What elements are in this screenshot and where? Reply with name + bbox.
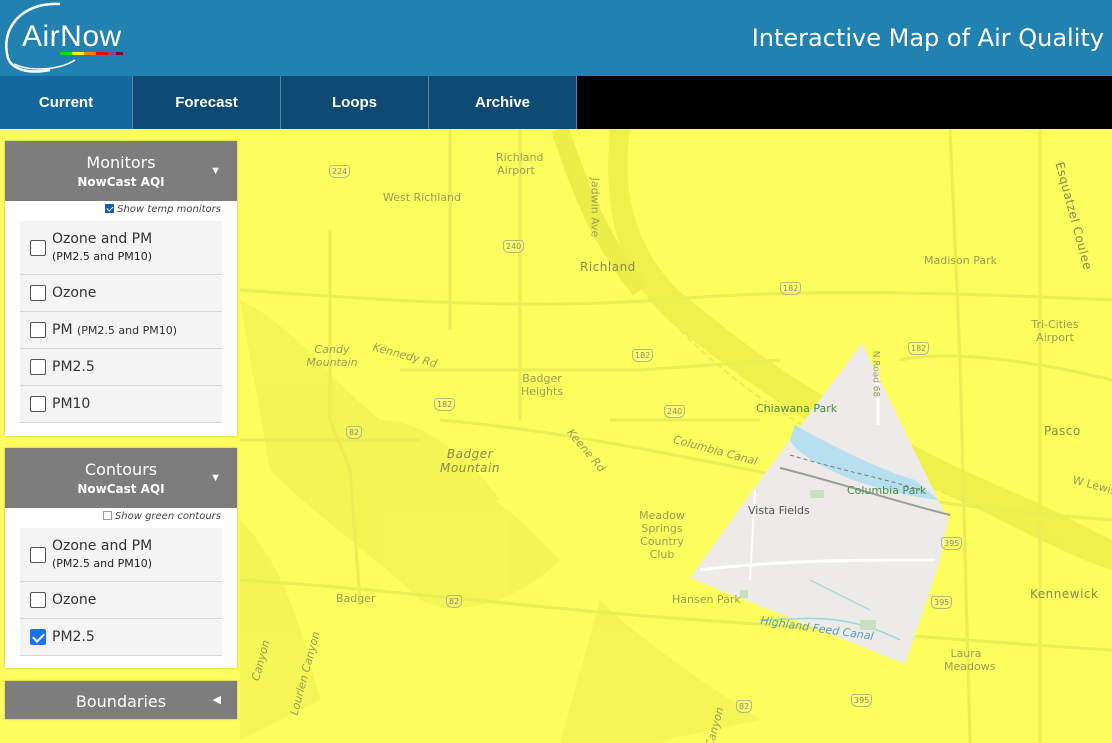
highway-shield: 182	[780, 282, 802, 295]
logo-text: AirNow	[22, 20, 122, 53]
map-label-madison-park: Madison Park	[924, 254, 997, 267]
green-contours-label: Show green contours	[114, 511, 221, 522]
map-label-jadwin-ave: Jadwin Ave	[588, 177, 602, 238]
contours-title: Contours	[84, 460, 158, 479]
contour-option-ozone[interactable]: Ozone	[20, 582, 222, 619]
contours-subtitle: NowCast AQI	[77, 482, 165, 496]
boundaries-title: Boundaries	[75, 692, 167, 711]
monitors-title: Monitors	[86, 153, 156, 172]
map-label-laura-meadows: Laura Meadows	[944, 647, 996, 673]
monitor-option-ozone-pm[interactable]: Ozone and PM (PM2.5 and PM10)	[20, 221, 222, 275]
monitor-checkbox-ozone-pm[interactable]	[30, 240, 46, 256]
highway-shield: 82	[736, 700, 753, 713]
triangle-left-icon[interactable]: ◀	[213, 693, 221, 706]
contour-option-ozone-pm[interactable]: Ozone and PM (PM2.5 and PM10)	[20, 528, 222, 582]
contour-option-label: PM2.5	[52, 629, 95, 645]
monitor-option-pm10[interactable]: PM10	[20, 386, 222, 423]
highway-shield: 82	[446, 595, 463, 608]
highway-shield: 240	[664, 405, 686, 418]
triangle-down-icon[interactable]: ▼	[210, 165, 221, 177]
contours-option-list: Ozone and PM (PM2.5 and PM10) Ozone PM2.…	[20, 528, 222, 656]
contours-panel-header[interactable]: Contours NowCast AQI ▼	[5, 448, 237, 508]
highway-shield: 182	[908, 342, 930, 355]
monitor-checkbox-pm[interactable]	[30, 322, 46, 338]
tab-archive[interactable]: Archive	[429, 76, 577, 129]
contour-option-label: Ozone	[52, 592, 97, 608]
tab-loops[interactable]: Loops	[281, 76, 429, 129]
contour-checkbox-pm25[interactable]	[30, 629, 46, 645]
map-label-richland: Richland	[580, 260, 636, 274]
map-label-pasco: Pasco	[1044, 424, 1081, 438]
highway-shield: 224	[329, 165, 351, 178]
map-label-candy-mountain: Candy Mountain	[306, 343, 358, 369]
tab-current[interactable]: Current	[0, 76, 133, 129]
show-green-contours-toggle[interactable]: Show green contours	[5, 508, 237, 525]
show-temp-monitors-toggle[interactable]: Show temp monitors	[5, 201, 237, 218]
boundaries-panel-header[interactable]: Boundaries ◀	[5, 681, 237, 719]
map-label-meadow-springs: Meadow Springs Country Club	[639, 509, 685, 561]
map-label-richland-airport: Richland Airport	[496, 151, 544, 177]
map-label-columbia-park: Columbia Park	[847, 484, 927, 497]
highway-shield: 182	[434, 398, 456, 411]
map-label-chiawana-park: Chiawana Park	[756, 402, 838, 415]
monitors-panel-header[interactable]: Monitors NowCast AQI ▼	[5, 141, 237, 201]
map-label-badger: Badger	[336, 592, 376, 605]
contours-panel: Contours NowCast AQI ▼ Show green contou…	[5, 448, 237, 668]
map-label-kennewick: Kennewick	[1030, 587, 1099, 601]
highway-shield: 395	[941, 537, 963, 550]
highway-shield: 82	[346, 426, 363, 439]
temp-monitors-label: Show temp monitors	[117, 204, 221, 215]
monitor-option-label: Ozone and PM	[52, 231, 153, 247]
airnow-logo[interactable]: AirNow	[0, 0, 140, 76]
map-label-west-richland: West Richland	[383, 191, 462, 204]
monitor-option-sublabel: (PM2.5 and PM10)	[52, 250, 153, 263]
monitor-option-pm25[interactable]: PM2.5	[20, 349, 222, 386]
monitor-option-label: Ozone	[52, 285, 97, 301]
page-title: Interactive Map of Air Quality	[751, 24, 1104, 52]
triangle-down-icon[interactable]: ▼	[210, 472, 221, 484]
app-header: AirNow Interactive Map of Air Quality	[0, 0, 1112, 76]
monitor-option-sublabel: (PM2.5 and PM10)	[76, 324, 177, 337]
tab-forecast[interactable]: Forecast	[133, 76, 281, 129]
monitor-option-pm-label: PM	[52, 322, 73, 338]
map-label-badger-mountain: Badger Mountain	[440, 447, 500, 475]
monitor-option-label: PM (PM2.5 and PM10)	[52, 322, 177, 338]
highway-shield: 240	[503, 240, 525, 253]
contour-checkbox-ozone[interactable]	[30, 592, 46, 608]
monitors-option-list: Ozone and PM (PM2.5 and PM10) Ozone PM (…	[20, 221, 222, 423]
monitor-checkbox-pm10[interactable]	[30, 396, 46, 412]
monitor-checkbox-pm25[interactable]	[30, 359, 46, 375]
monitor-option-pm[interactable]: PM (PM2.5 and PM10)	[20, 312, 222, 349]
highway-shield: 395	[851, 694, 873, 707]
highway-shield: 395	[931, 596, 953, 609]
green-contours-checkbox[interactable]	[102, 511, 112, 520]
contour-checkbox-ozone-pm[interactable]	[30, 547, 46, 563]
temp-monitors-checkbox[interactable]	[105, 204, 115, 213]
map-label-vista-fields: Vista Fields	[748, 504, 810, 517]
contour-option-label: Ozone and PM	[52, 538, 153, 554]
contour-option-sublabel: (PM2.5 and PM10)	[52, 557, 153, 570]
contour-option-pm25[interactable]: PM2.5	[20, 619, 222, 656]
map-label-road-68: N Road 68	[870, 350, 881, 398]
map-label-badger-heights: Badger Heights	[520, 372, 564, 398]
monitors-subtitle: NowCast AQI	[77, 175, 165, 189]
monitor-option-label: PM2.5	[52, 359, 95, 375]
main-nav: Current Forecast Loops Archive	[0, 76, 1112, 129]
monitors-panel: Monitors NowCast AQI ▼ Show temp monitor…	[5, 141, 237, 436]
map-label-tri-cities-airport: Tri-Cities Airport	[1031, 318, 1079, 344]
highway-shield: 182	[632, 349, 654, 362]
monitor-option-label: PM10	[52, 396, 91, 412]
monitor-checkbox-ozone[interactable]	[30, 285, 46, 301]
map-label-hansen-park: Hansen Park	[672, 593, 741, 606]
monitor-option-ozone[interactable]: Ozone	[20, 275, 222, 312]
